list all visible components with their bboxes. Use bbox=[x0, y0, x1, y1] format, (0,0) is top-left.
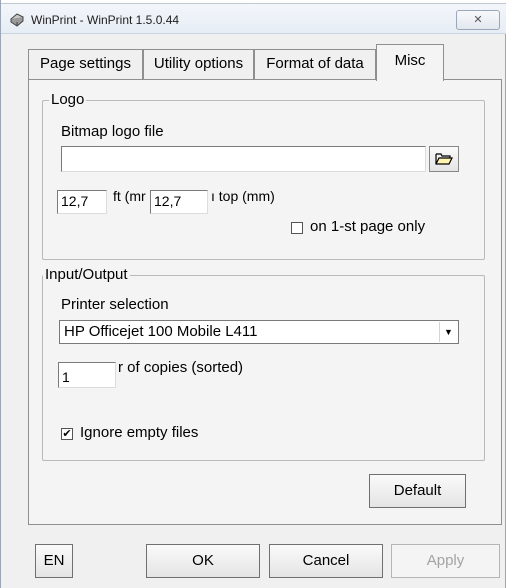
logo-group-label: Logo bbox=[49, 91, 87, 108]
first-page-only-checkbox[interactable] bbox=[291, 222, 303, 234]
copies-input[interactable]: 1 bbox=[58, 362, 116, 388]
printer-selection-label: Printer selection bbox=[61, 296, 169, 313]
cancel-button-label: Cancel bbox=[302, 552, 350, 569]
apply-button[interactable]: Apply bbox=[391, 544, 500, 578]
default-button[interactable]: Default bbox=[369, 474, 466, 508]
tab-label: Misc bbox=[394, 52, 426, 69]
top-margin-label: ı top (mm) bbox=[211, 188, 275, 204]
tab-format-of-data[interactable]: Format of data bbox=[254, 49, 376, 79]
input-output-group-label: Input/Output bbox=[43, 266, 130, 283]
left-margin-label: ft (mr bbox=[113, 188, 146, 204]
ok-button[interactable]: OK bbox=[146, 544, 260, 578]
cancel-button[interactable]: Cancel bbox=[269, 544, 383, 578]
tab-page-settings[interactable]: Page settings bbox=[28, 49, 143, 79]
apply-button-label: Apply bbox=[426, 552, 465, 569]
printer-selection-value: HP Officejet 100 Mobile L411 bbox=[64, 323, 258, 340]
tab-misc[interactable]: Misc bbox=[376, 44, 444, 81]
printer-icon bbox=[10, 13, 24, 27]
check-mark-icon: ✔ bbox=[62, 428, 72, 440]
misc-tab-page: Logo Bitmap logo file 12,7 ft (mr 12,7 ı… bbox=[28, 79, 502, 525]
top-margin-input[interactable]: 12,7 bbox=[150, 190, 208, 214]
window-title: WinPrint - WinPrint 1.5.0.44 bbox=[31, 13, 180, 27]
left-margin-input[interactable]: 12,7 bbox=[57, 190, 107, 214]
tab-label: Utility options bbox=[153, 55, 244, 72]
input-output-group: Input/Output Printer selection HP Office… bbox=[42, 266, 485, 461]
tab-utility-options[interactable]: Utility options bbox=[143, 49, 254, 79]
title-bar[interactable]: WinPrint - WinPrint 1.5.0.44 ✕ bbox=[1, 4, 506, 34]
chevron-down-icon[interactable]: ▼ bbox=[439, 322, 457, 342]
ignore-empty-files-label: Ignore empty files bbox=[80, 424, 199, 441]
close-button[interactable]: ✕ bbox=[456, 10, 500, 30]
tab-label: Format of data bbox=[266, 55, 364, 72]
copies-label: r of copies (sorted) bbox=[118, 359, 244, 376]
first-page-only-label: on 1-st page only bbox=[310, 218, 426, 235]
browse-button[interactable] bbox=[429, 146, 459, 172]
language-label: EN bbox=[43, 552, 65, 569]
default-button-label: Default bbox=[393, 482, 442, 499]
ok-button-label: OK bbox=[192, 552, 214, 569]
printer-selection-dropdown[interactable]: HP Officejet 100 Mobile L411 ▼ bbox=[59, 320, 459, 344]
bitmap-logo-input[interactable] bbox=[61, 146, 426, 172]
logo-group: Logo Bitmap logo file 12,7 ft (mr 12,7 ı… bbox=[42, 91, 485, 260]
close-icon: ✕ bbox=[473, 14, 483, 26]
ignore-empty-files-checkbox[interactable]: ✔ bbox=[61, 428, 73, 440]
folder-open-icon bbox=[435, 153, 453, 165]
bitmap-logo-label: Bitmap logo file bbox=[61, 123, 164, 140]
language-button[interactable]: EN bbox=[35, 544, 73, 578]
tab-label: Page settings bbox=[40, 55, 131, 72]
winprint-window: WinPrint - WinPrint 1.5.0.44 ✕ Page sett… bbox=[0, 0, 506, 588]
